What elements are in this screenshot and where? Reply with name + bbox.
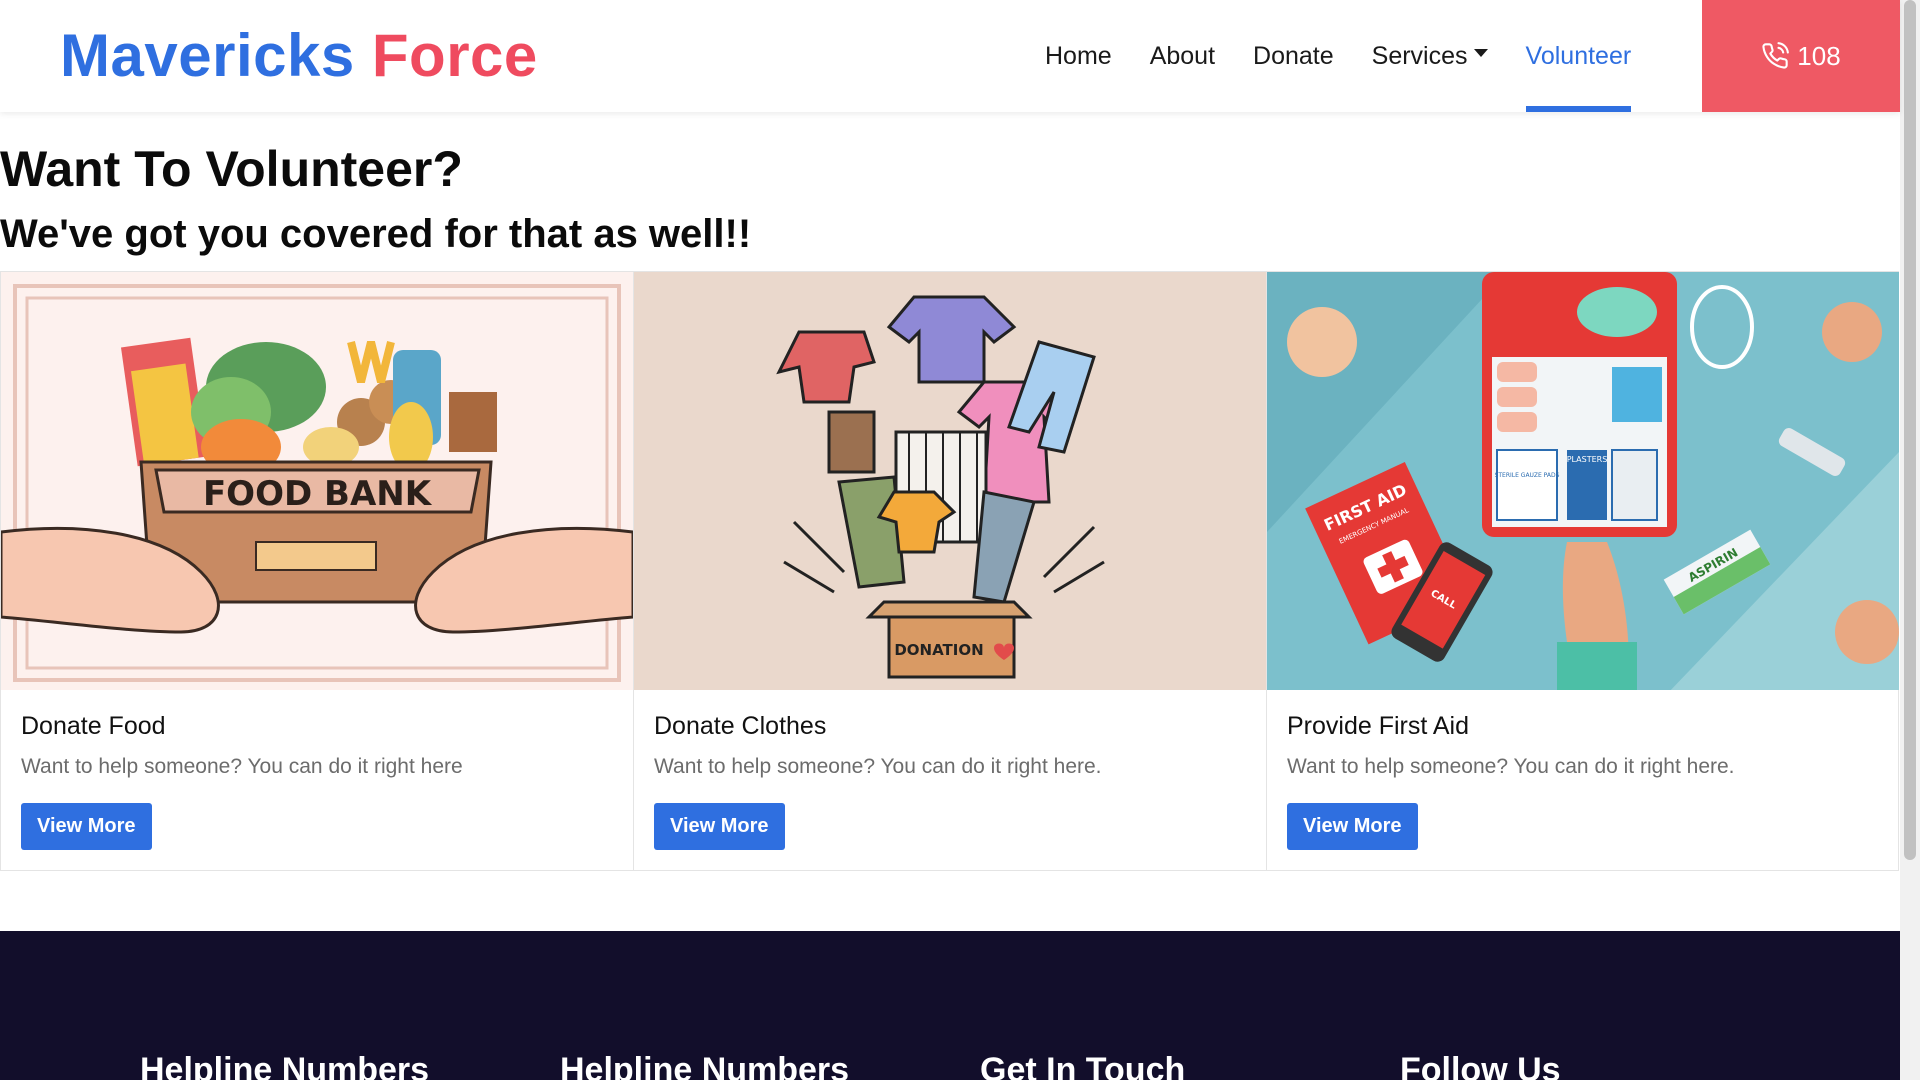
nav-links: Home About Donate Services Volunteer [1045,0,1669,112]
view-more-button[interactable]: View More [1287,803,1418,850]
scrollbar-thumb[interactable] [1904,0,1916,860]
caret-down-icon [1473,49,1488,57]
page-title: Want To Volunteer? [0,141,463,197]
card-title: Donate Clothes [654,712,827,740]
card-text: Want to help someone? You can do it righ… [21,755,463,778]
card-donate-clothes: DONATION Donate Clothes Want to help som… [634,272,1267,870]
card-donate-food: FOOD BANK Donate Food Want to help someo… [1,272,634,870]
card-text: Want to help someone? You can do it righ… [654,755,1102,778]
nav-item-about[interactable]: About [1150,0,1215,112]
gauze-label: STERILE GAUZE PADS [1495,472,1560,479]
phone-icon [1762,42,1790,69]
clothes-donation-image: DONATION [634,272,1266,690]
navbar: Mavericks Force Home About Donate Servic… [0,0,1900,112]
nav-item-services-label: Services [1371,41,1468,70]
card-title: Donate Food [21,712,166,740]
brand-part1: Mavericks [60,22,355,89]
card-body: Donate Food Want to help someone? You ca… [1,690,633,870]
footer-heading-helpline-1: Helpline Numbers [140,1051,430,1080]
nav-item-donate[interactable]: Donate [1253,0,1334,112]
nav-item-volunteer[interactable]: Volunteer [1525,0,1631,112]
card-provide-first-aid: PLASTERS STERILE GAUZE PADS FIRST AID EM… [1267,272,1899,870]
page-subtitle: We've got you covered for that as well!! [0,212,752,256]
card-body: Provide First Aid Want to help someone? … [1267,690,1899,870]
footer: Helpline Numbers Helpline Numbers Get In… [0,931,1900,1080]
nav-item-home[interactable]: Home [1045,0,1112,112]
footer-heading-get-in-touch: Get In Touch [980,1051,1186,1080]
view-more-button[interactable]: View More [654,803,785,850]
donation-box-label: DONATION [894,641,983,659]
brand-logo[interactable]: Mavericks Force [60,20,538,92]
footer-heading-helpline-2: Helpline Numbers [560,1051,850,1080]
view-more-button[interactable]: View More [21,803,152,850]
first-aid-image: PLASTERS STERILE GAUZE PADS FIRST AID EM… [1267,272,1899,690]
nav-item-services[interactable]: Services [1372,0,1488,112]
plasters-label: PLASTERS [1567,455,1608,464]
card-title: Provide First Aid [1287,712,1470,740]
call-button[interactable]: 108 [1702,0,1900,112]
volunteer-cards: FOOD BANK Donate Food Want to help someo… [0,271,1899,871]
call-number: 108 [1797,40,1841,71]
card-text: Want to help someone? You can do it righ… [1287,755,1735,778]
brand-part2: Force [371,22,538,89]
page-scrollbar[interactable] [1900,0,1920,1080]
card-body: Donate Clothes Want to help someone? You… [634,690,1266,870]
footer-heading-follow-us: Follow Us [1400,1051,1561,1080]
food-bank-label: FOOD BANK [203,474,433,514]
food-bank-image: FOOD BANK [1,272,633,690]
